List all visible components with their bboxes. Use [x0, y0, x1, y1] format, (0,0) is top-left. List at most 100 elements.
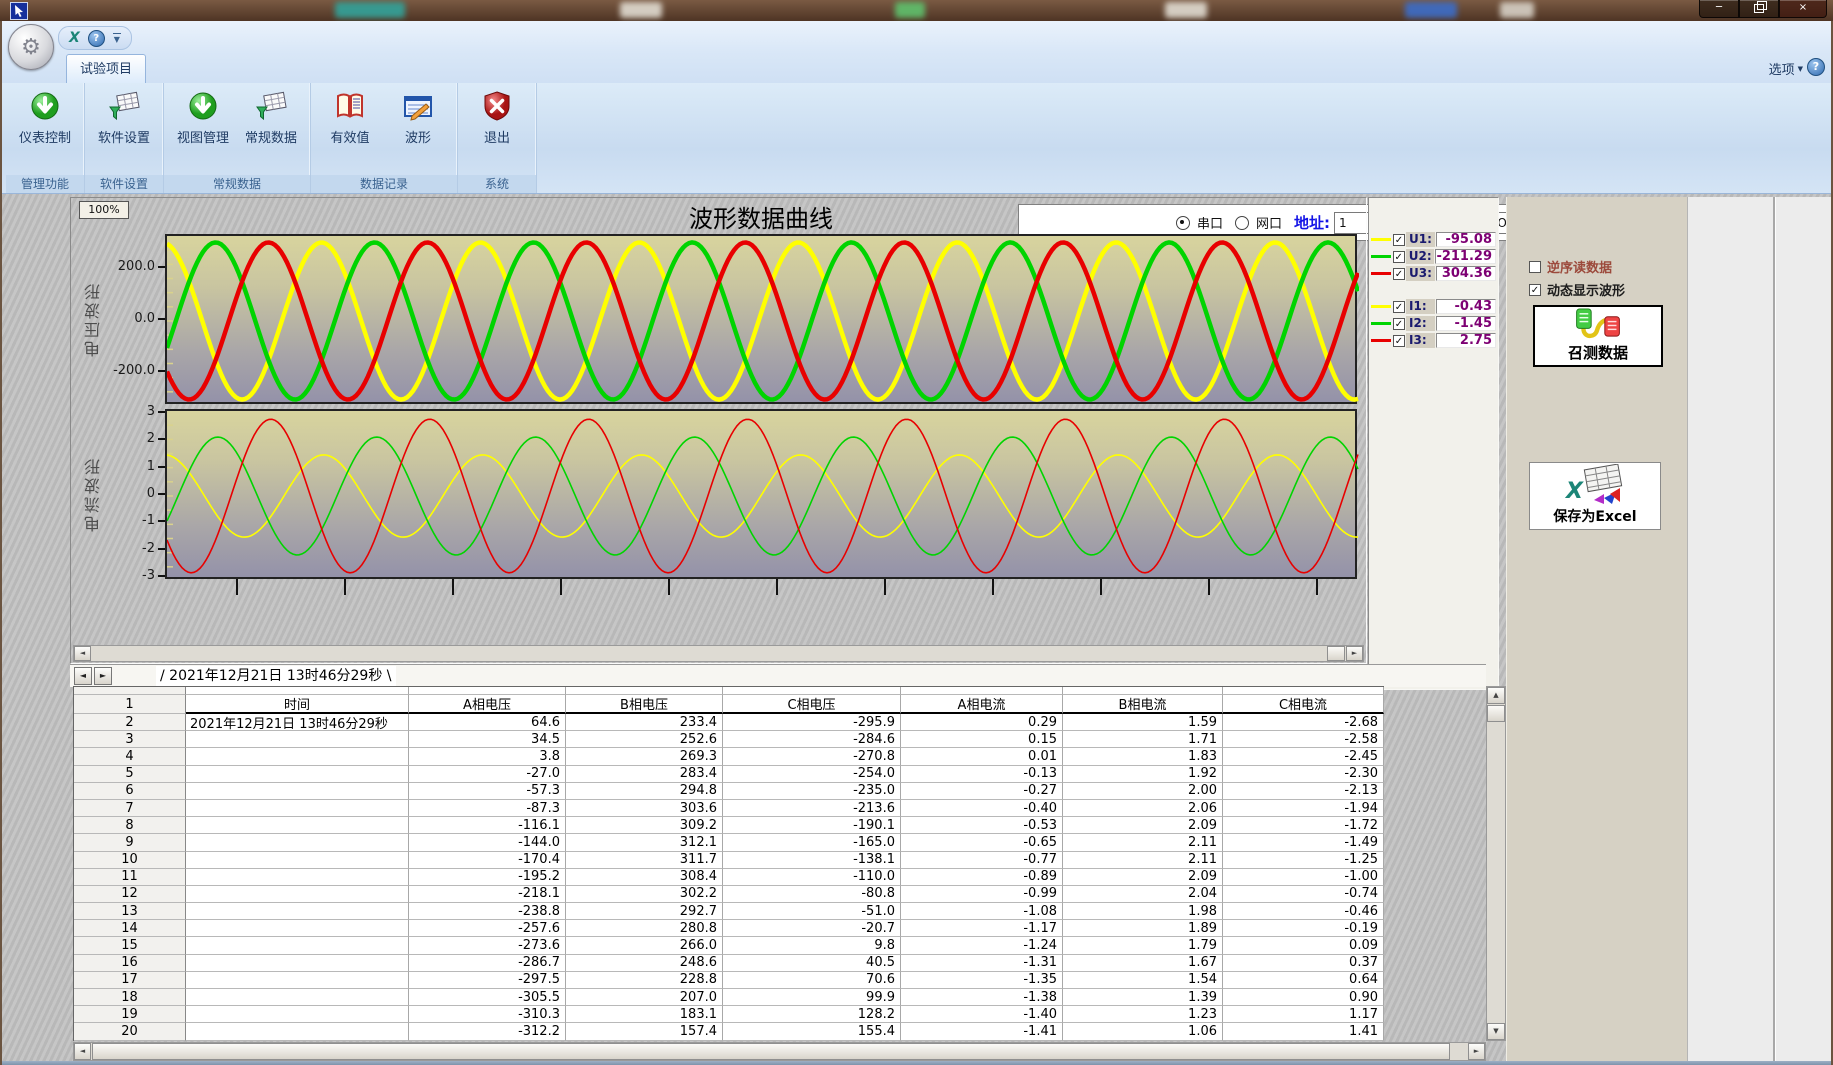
table-cell [186, 920, 409, 937]
table-cell: 2.11 [1063, 834, 1223, 851]
chart-horizontal-scrollbar[interactable]: ◄ ► [73, 645, 1364, 662]
scroll-right-icon[interactable]: ► [1468, 1043, 1485, 1060]
x-axis-tick-mark [884, 579, 886, 595]
sheet-tab[interactable]: / 2021年12月21日 13时46分29秒 \ [156, 666, 396, 687]
legend-checkbox[interactable]: ✓ [1393, 268, 1405, 280]
ribbon-button[interactable]: 常规数据 [240, 89, 302, 146]
row-number: 20 [74, 1023, 186, 1040]
current-waveform-chart [165, 409, 1357, 579]
scroll-down-icon[interactable]: ▼ [1487, 1023, 1505, 1040]
table-cell: 2.09 [1063, 869, 1223, 886]
table-cell: 3.8 [409, 748, 566, 765]
table-vertical-scrollbar[interactable]: ▲ ▼ [1486, 686, 1506, 1041]
tab-scroll-right-icon[interactable]: ► [94, 667, 112, 685]
ribbon-button[interactable]: 退出 [466, 89, 528, 146]
dynamic-wave-label: 动态显示波形 [1547, 280, 1625, 299]
control-panel: 逆序读数据 ✓ 动态显示波形 召测数据 [1506, 197, 1687, 1065]
scrollbar-thumb[interactable] [1327, 646, 1345, 661]
fetch-data-button[interactable]: 召测数据 [1533, 305, 1663, 367]
scroll-right-icon[interactable]: ► [1346, 646, 1363, 661]
row-number: 1 [74, 695, 186, 714]
book-icon [333, 89, 367, 123]
restore-button[interactable] [1739, 0, 1779, 18]
table-cell: 157.4 [566, 1023, 723, 1040]
table-cell: 292.7 [566, 903, 723, 920]
scrollbar-thumb[interactable] [1487, 705, 1505, 722]
ribbon-button-label: 退出 [484, 127, 510, 146]
ribbon-button[interactable]: 视图管理 [172, 89, 234, 146]
ribbon-button-label: 软件设置 [98, 127, 150, 146]
table-cell: -295.9 [723, 714, 901, 731]
ribbon-button[interactable]: 软件设置 [93, 89, 155, 146]
table-cell: 99.9 [723, 989, 901, 1006]
scroll-left-icon[interactable]: ◄ [74, 646, 91, 661]
ribbon-button-label: 仪表控制 [19, 127, 71, 146]
row-number: 2 [74, 714, 186, 731]
table-cell [186, 766, 409, 783]
tab-scroll-left-icon[interactable]: ◄ [74, 667, 92, 685]
y-axis-tick-label: 0 [101, 486, 155, 501]
table-cell: 40.5 [723, 955, 901, 972]
help-icon[interactable]: ? [88, 30, 105, 47]
table-cell: 0.90 [1223, 989, 1384, 1006]
legend-checkbox[interactable]: ✓ [1393, 318, 1405, 330]
excel-icon: X [1564, 464, 1626, 506]
legend-row: ✓U3:304.36 [1371, 265, 1496, 282]
y-axis-tick-mark [158, 318, 165, 320]
ribbon-button-label: 有效值 [330, 127, 369, 146]
dynamic-wave-checkbox[interactable]: ✓ [1529, 284, 1541, 296]
table-cell: 1.89 [1063, 920, 1223, 937]
y-axis-tick-label: -200.0 [101, 363, 155, 378]
table-cell [186, 687, 409, 695]
save-excel-button[interactable]: X 保存为Excel [1529, 462, 1661, 530]
tab-test-project[interactable]: 试验项目 [66, 54, 146, 84]
row-number: 15 [74, 937, 186, 954]
y-axis-tick-mark [158, 466, 165, 468]
x-axis-tick-mark [452, 579, 454, 595]
reverse-read-checkbox[interactable] [1529, 261, 1541, 273]
options-dropdown[interactable]: 选项 ▼ [1769, 59, 1803, 78]
scrollbar-thumb[interactable] [92, 1043, 1450, 1060]
table-cell: 1.83 [1063, 748, 1223, 765]
legend-checkbox[interactable]: ✓ [1393, 234, 1405, 246]
table-cell: -116.1 [409, 817, 566, 834]
table-cell: 0.01 [901, 748, 1063, 765]
reverse-read-checkbox-row[interactable]: 逆序读数据 [1529, 257, 1612, 276]
ribbon-button[interactable]: 仪表控制 [14, 89, 76, 146]
ribbon-button[interactable]: 有效值 [319, 89, 381, 146]
legend-row: ✓I1:-0.43 [1371, 298, 1496, 315]
help-icon[interactable]: ? [1807, 58, 1825, 76]
legend-checkbox[interactable]: ✓ [1393, 301, 1405, 313]
table-cell: 252.6 [566, 731, 723, 748]
table-cell [186, 955, 409, 972]
table-cell: 时间 [186, 695, 409, 714]
table-horizontal-scrollbar[interactable]: ◄ ► [73, 1042, 1486, 1061]
table-cell: -1.17 [901, 920, 1063, 937]
legend-checkbox[interactable]: ✓ [1393, 335, 1405, 347]
y-axis-tick-mark [158, 520, 165, 522]
excel-shortcut-icon[interactable]: X [69, 30, 80, 46]
table-cell: 2.09 [1063, 817, 1223, 834]
table-cell [186, 886, 409, 903]
office-orb-button[interactable]: ⚙ [8, 24, 54, 70]
ribbon-button[interactable]: 波形 [387, 89, 449, 146]
desktop-blob [1405, 2, 1457, 18]
reverse-read-label: 逆序读数据 [1547, 257, 1612, 276]
table-cell: -286.7 [409, 955, 566, 972]
table-cell [186, 800, 409, 817]
download-icon [28, 89, 62, 123]
legend-panel: ✓U1:-95.08✓U2:-211.29✓U3:304.36✓I1:-0.43… [1368, 197, 1499, 690]
legend-checkbox[interactable]: ✓ [1393, 251, 1405, 263]
row-number: 6 [74, 783, 186, 800]
window-left-border [0, 21, 2, 1065]
table-cell: -254.0 [723, 766, 901, 783]
minimize-button[interactable]: ─ [1699, 0, 1739, 18]
row-number: 10 [74, 852, 186, 869]
close-button[interactable]: × [1779, 0, 1827, 18]
table-cell: -310.3 [409, 1006, 566, 1023]
y-axis-tick-label: -2 [101, 541, 155, 556]
scroll-up-icon[interactable]: ▲ [1487, 687, 1505, 704]
scroll-left-icon[interactable]: ◄ [74, 1043, 91, 1060]
qat-customize-icon[interactable]: ▼ [113, 33, 121, 44]
dynamic-wave-checkbox-row[interactable]: ✓ 动态显示波形 [1529, 280, 1625, 299]
